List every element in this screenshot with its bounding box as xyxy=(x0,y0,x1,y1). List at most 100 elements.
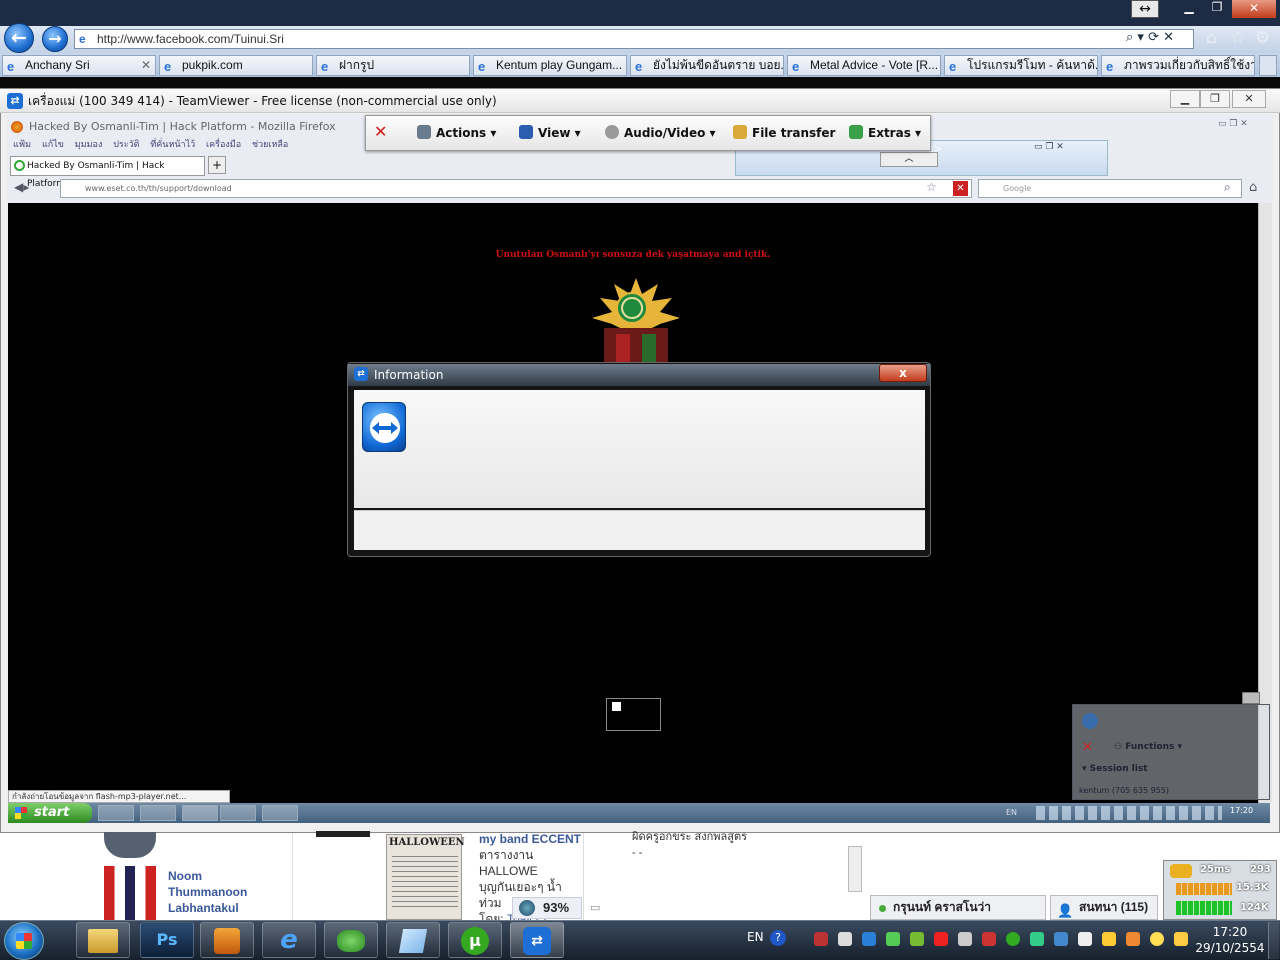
firefox-search-icon[interactable]: ⌕ xyxy=(1224,180,1231,195)
remote-taskbar-item-3[interactable] xyxy=(182,805,218,821)
tab-anchany-sri[interactable]: e Anchany Sri ✕ xyxy=(2,55,156,76)
file-transfer-button[interactable]: File transfer xyxy=(733,125,835,140)
people-icon xyxy=(337,929,365,952)
tray-icon-6[interactable] xyxy=(934,932,948,946)
windows-start-orb[interactable] xyxy=(4,922,44,960)
utorrent-tray-icon[interactable] xyxy=(1006,932,1020,946)
remote-taskbar-item-4[interactable] xyxy=(220,805,256,821)
remote-language-indicator[interactable]: EN xyxy=(1006,808,1017,817)
tray-icon-2[interactable] xyxy=(838,932,852,946)
tray-icon-4[interactable] xyxy=(886,932,900,946)
language-indicator[interactable]: EN xyxy=(747,930,764,944)
play-icon xyxy=(214,927,240,954)
actions-menu[interactable]: Actions ▾ xyxy=(417,125,496,140)
session-entry[interactable]: kentum (705 635 955) xyxy=(1079,786,1169,795)
maximize-icon[interactable]: ❐ xyxy=(1204,0,1230,16)
remote-start-button[interactable]: start xyxy=(8,803,92,823)
tray-icon-13[interactable] xyxy=(1102,932,1116,946)
meter-value-2: 15.3K xyxy=(1236,882,1269,893)
taskbar-teamviewer[interactable]: ⇄ xyxy=(510,922,564,958)
flag-icon[interactable] xyxy=(1078,932,1092,946)
firefox-window-controls-icon[interactable]: ▭ ❐ ✕ xyxy=(1218,119,1270,133)
favorites-star-icon[interactable]: ☆ xyxy=(1230,28,1245,48)
firefox-tab[interactable]: Hacked By Osmanli-Tim | Hack Platform xyxy=(10,156,205,189)
comment-bubble-icon[interactable]: ▭ xyxy=(590,901,600,914)
audio-video-menu[interactable]: Audio/Video ▾ xyxy=(605,125,716,140)
taskbar-media-player[interactable] xyxy=(200,922,254,958)
chat-list-button[interactable]: 👤 สนทนา (115) xyxy=(1050,895,1158,920)
bookmark-star-icon[interactable]: ☆ xyxy=(926,180,937,194)
help-icon[interactable]: ? xyxy=(770,930,786,946)
search-icon[interactable]: ⌕ ▾ ⟳ ✕ xyxy=(1126,30,1174,45)
home-icon[interactable]: ⌂ xyxy=(1206,28,1217,48)
tv-minimize-button[interactable]: ▁ xyxy=(1170,90,1200,108)
friend-name-link[interactable]: Noom Thummanoon Labhantakul xyxy=(168,868,278,916)
tab-remote-program[interactable]: e โปรแกรมรีโมท - ค้นหาด้... xyxy=(944,55,1098,76)
tv-panel-controls-icon[interactable]: ▭ ❐ ✕ xyxy=(1034,142,1064,152)
close-session-icon[interactable]: ✕ xyxy=(1082,740,1093,755)
ping-value: 25ms xyxy=(1200,864,1231,875)
remote-taskbar-item-2[interactable] xyxy=(140,805,176,821)
tab-pukpik[interactable]: e pukpik.com xyxy=(159,55,313,76)
extras-menu[interactable]: Extras ▾ xyxy=(849,125,921,140)
taskbar-photoshop[interactable]: Ps xyxy=(140,922,194,958)
nvidia-icon[interactable] xyxy=(910,932,924,946)
remote-taskbar-item-5[interactable] xyxy=(262,805,298,821)
tray-icon-15[interactable] xyxy=(1150,932,1164,946)
close-tab-icon[interactable]: ✕ xyxy=(141,56,151,75)
tab-kentum[interactable]: e Kentum play Gungam... xyxy=(473,55,627,76)
taskbar-network[interactable] xyxy=(324,922,378,958)
forward-arrow-icon[interactable]: → xyxy=(42,26,68,52)
session-list-header[interactable]: ▾ Session list xyxy=(1082,764,1148,774)
resize-arrows-icon[interactable]: ↔ xyxy=(1131,0,1159,18)
chat-tab-friend[interactable]: กรุนนท์ คราสโนว่า xyxy=(870,895,1046,920)
tray-icon-11[interactable] xyxy=(1054,932,1068,946)
friend-avatar-flag[interactable] xyxy=(104,866,156,920)
flash-player-placeholder[interactable] xyxy=(606,698,661,731)
minimize-icon[interactable]: ▁ xyxy=(1176,0,1202,16)
address-bar[interactable]: e http://www.facebook.com/Tuinui.Sri xyxy=(74,29,1194,49)
dialog-close-button[interactable]: x xyxy=(879,364,927,382)
tray-icon-3[interactable] xyxy=(862,932,876,946)
taskbar-utorrent[interactable]: µ xyxy=(448,922,502,958)
remote-taskbar-item-1[interactable] xyxy=(98,805,134,821)
volume-icon[interactable] xyxy=(958,932,972,946)
close-window-icon[interactable]: ✕ xyxy=(1232,0,1276,18)
gear-icon[interactable]: ⚙ xyxy=(1255,28,1270,48)
firefox-search-box[interactable]: Google xyxy=(978,179,1242,198)
tray-icon-1[interactable] xyxy=(814,932,828,946)
close-connection-icon[interactable]: ✕ xyxy=(374,122,387,141)
taskbar-notepad[interactable] xyxy=(386,922,440,958)
tab-news[interactable]: e ยังไม่พ้นขีดอันตราย บอย... xyxy=(630,55,784,76)
shield-icon[interactable] xyxy=(982,932,996,946)
tray-icon-10[interactable] xyxy=(1030,932,1044,946)
tab-upload[interactable]: e ฝากรูป xyxy=(316,55,470,76)
tv-close-button[interactable]: ✕ xyxy=(1232,90,1266,108)
view-menu[interactable]: View ▾ xyxy=(519,125,581,140)
taskbar-explorer[interactable] xyxy=(76,922,130,958)
functions-menu[interactable]: ⚇ Functions ▾ xyxy=(1114,742,1182,752)
session-panel-collapse-icon[interactable] xyxy=(1242,692,1260,704)
firefox-home-icon[interactable]: ⌂ xyxy=(1249,180,1257,195)
globe-percent-badge[interactable]: 93% xyxy=(512,897,582,919)
tray-icon-14[interactable] xyxy=(1126,932,1140,946)
tv-maximize-button[interactable]: ❐ xyxy=(1200,90,1230,108)
remote-tray-icons[interactable] xyxy=(1036,806,1222,820)
collapse-chevron-icon[interactable]: ︿ xyxy=(880,152,938,167)
show-desktop-button[interactable] xyxy=(1268,922,1279,959)
firefox-new-tab-button[interactable]: + xyxy=(208,156,226,174)
tray-icon-16[interactable] xyxy=(1174,932,1188,946)
teamviewer-icon: ⇄ xyxy=(7,93,23,109)
new-tab-button[interactable] xyxy=(1259,55,1277,76)
tab-metal-advice[interactable]: e Metal Advice - Vote [R... xyxy=(787,55,941,76)
firefox-back-forward-icon[interactable]: ◀▸ xyxy=(14,180,29,194)
comment-scrollbar[interactable] xyxy=(848,846,862,892)
teamviewer-icon: ⇄ xyxy=(523,926,551,955)
system-clock[interactable]: 17:20 29/10/2554 xyxy=(1195,924,1265,956)
back-arrow-icon[interactable]: ← xyxy=(4,23,34,53)
post-title-link[interactable]: my band ECCENT xyxy=(479,831,583,847)
firefox-url-bar[interactable]: www.eset.co.th/th/support/download xyxy=(60,179,972,198)
tab-license[interactable]: e ภาพรวมเกี่ยวกับสิทธิ์ใช้งาน xyxy=(1101,55,1255,76)
taskbar-ie[interactable]: e xyxy=(262,922,316,958)
stop-icon[interactable]: ✕ xyxy=(953,181,968,196)
